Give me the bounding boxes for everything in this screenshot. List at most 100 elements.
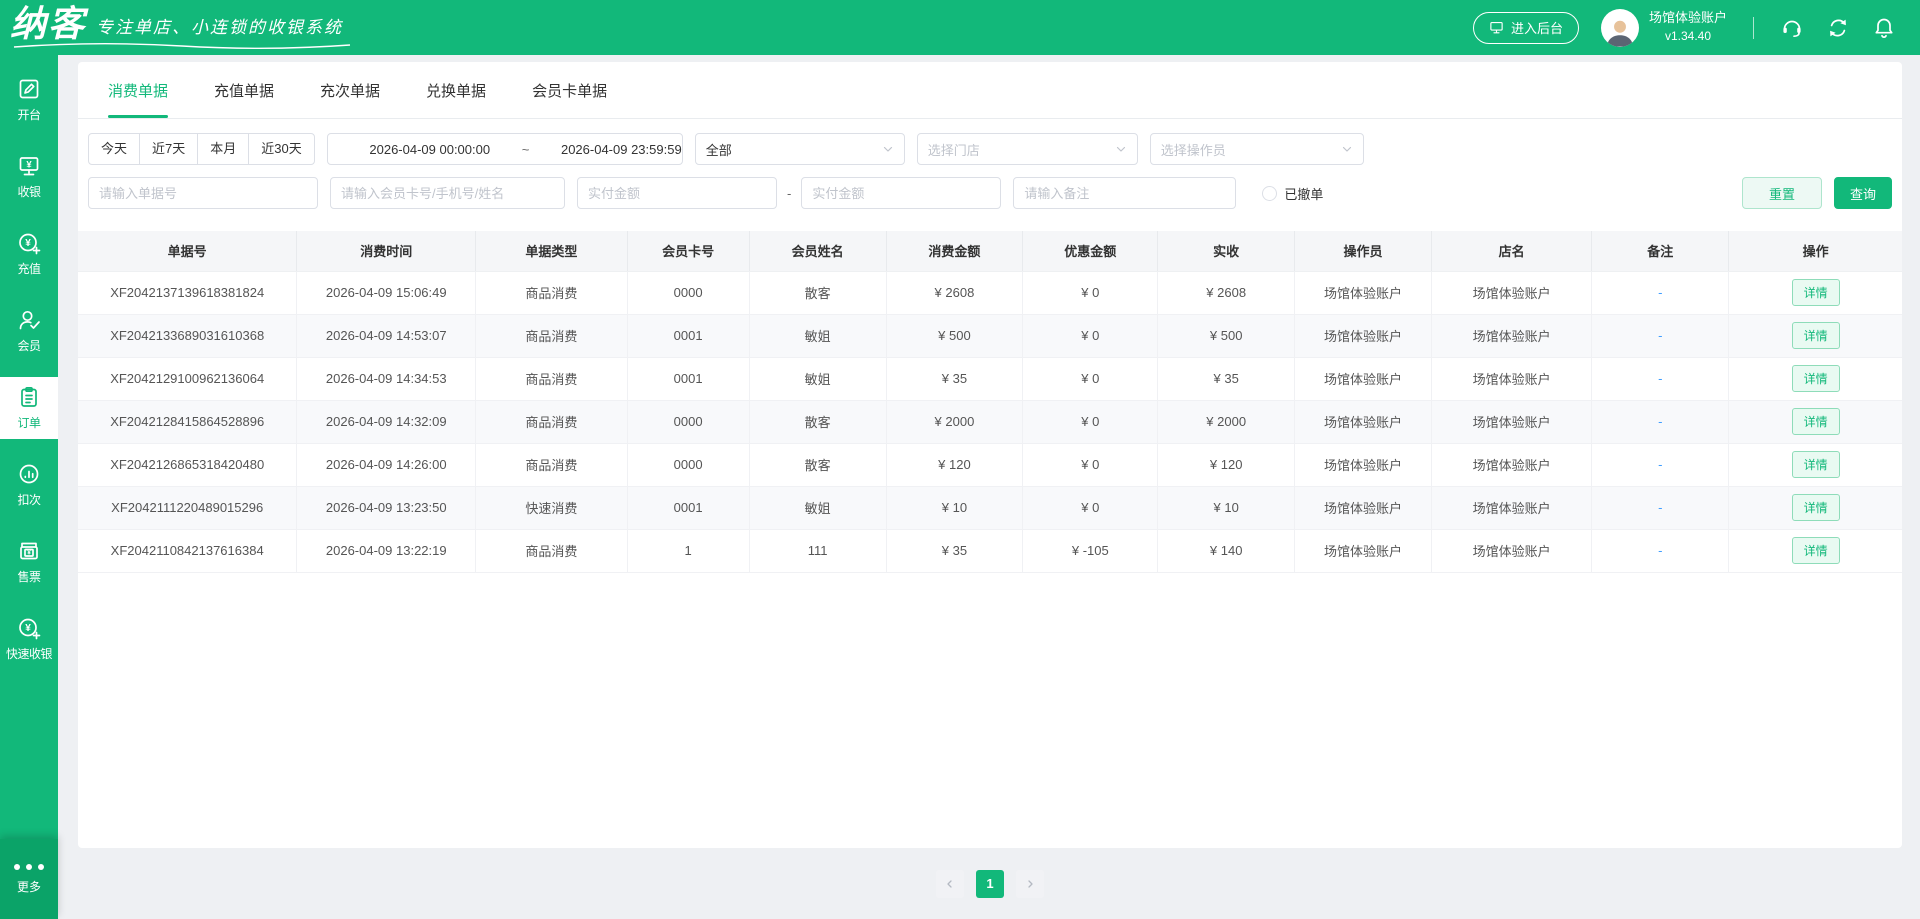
- cell-actions: 详情: [1729, 271, 1902, 314]
- cell-received: ¥ 2000: [1158, 400, 1295, 443]
- quick-range-month[interactable]: 本月: [198, 134, 249, 164]
- support-headset-icon[interactable]: [1780, 16, 1804, 40]
- cell-remark: -: [1592, 400, 1729, 443]
- search-button[interactable]: 查询: [1834, 177, 1892, 209]
- cancelled-radio[interactable]: [1262, 186, 1277, 201]
- quick-range-today[interactable]: 今天: [89, 134, 140, 164]
- cell-remark: -: [1592, 486, 1729, 529]
- tab-exchange-orders[interactable]: 兑换单据: [426, 62, 486, 118]
- account-text: 场馆体验账户 v1.34.40: [1649, 9, 1727, 45]
- tab-recharge-orders[interactable]: 充值单据: [214, 62, 274, 118]
- cancelled-radio-group[interactable]: 已撤单: [1262, 184, 1323, 203]
- tab-recharge-count-orders[interactable]: 充次单据: [320, 62, 380, 118]
- sync-refresh-icon[interactable]: [1826, 16, 1850, 40]
- sidebar-item-orders[interactable]: 订单: [0, 377, 58, 439]
- filter-row-2: - 已撤单 重置 查询: [88, 177, 1892, 209]
- ticket-icon: ¥: [17, 539, 41, 563]
- svg-text:¥: ¥: [27, 550, 31, 557]
- detail-button[interactable]: 详情: [1792, 494, 1840, 521]
- sidebar-item-quick-cashier[interactable]: ¥ 快速收银: [0, 608, 58, 670]
- remark-link[interactable]: -: [1658, 543, 1662, 558]
- amount-max-input[interactable]: [801, 177, 1001, 209]
- sidebar-item-open-table[interactable]: 开台: [0, 69, 58, 131]
- sidebar-more-button[interactable]: 更多: [0, 839, 58, 919]
- quick-range-group: 今天 近7天 本月 近30天: [88, 133, 315, 165]
- cell-card-no: 0001: [627, 314, 749, 357]
- cell-received: ¥ 35: [1158, 357, 1295, 400]
- store-select[interactable]: 选择门店: [917, 133, 1138, 165]
- operator-select[interactable]: 选择操作员: [1150, 133, 1364, 165]
- date-start-input[interactable]: [342, 142, 518, 157]
- sidebar: 开台 ¥ 收银 ¥ 充值 会员 订单: [0, 55, 58, 919]
- detail-button[interactable]: 详情: [1792, 322, 1840, 349]
- date-end-input[interactable]: [533, 142, 709, 157]
- cell-operator: 场馆体验账户: [1295, 529, 1432, 572]
- chevron-right-icon: [1024, 878, 1036, 890]
- date-range-picker[interactable]: ~: [327, 133, 683, 165]
- col-header-discount-amount: 优惠金额: [1023, 231, 1158, 271]
- cell-order-no: XF2042137139618381824: [78, 271, 297, 314]
- sidebar-item-deduct[interactable]: 扣次: [0, 454, 58, 516]
- cell-time: 2026-04-09 14:53:07: [297, 314, 476, 357]
- cell-operator: 场馆体验账户: [1295, 271, 1432, 314]
- cell-received: ¥ 120: [1158, 443, 1295, 486]
- cell-type: 商品消费: [476, 271, 627, 314]
- remark-link[interactable]: -: [1658, 414, 1662, 429]
- detail-button[interactable]: 详情: [1792, 537, 1840, 564]
- cell-type: 商品消费: [476, 314, 627, 357]
- cell-member-name: 散客: [749, 271, 886, 314]
- sidebar-item-ticket[interactable]: ¥ 售票: [0, 531, 58, 593]
- filter-row-1: 今天 近7天 本月 近30天 ~ 全部: [88, 133, 1892, 165]
- bell-icon[interactable]: [1872, 16, 1896, 40]
- remark-link[interactable]: -: [1658, 457, 1662, 472]
- account-box[interactable]: 场馆体验账户 v1.34.40: [1601, 9, 1727, 47]
- cell-discount-amount: ¥ 0: [1023, 271, 1158, 314]
- remark-link[interactable]: -: [1658, 371, 1662, 386]
- detail-button[interactable]: 详情: [1792, 451, 1840, 478]
- order-no-input[interactable]: [88, 177, 318, 209]
- sidebar-label: 开台: [17, 106, 40, 123]
- reset-button[interactable]: 重置: [1742, 177, 1822, 209]
- cell-discount-amount: ¥ 0: [1023, 400, 1158, 443]
- sidebar-item-member[interactable]: 会员: [0, 300, 58, 362]
- remark-link[interactable]: -: [1658, 328, 1662, 343]
- recharge-icon: ¥: [17, 231, 41, 255]
- enter-backend-button[interactable]: 进入后台: [1473, 12, 1579, 44]
- open-table-icon: [17, 77, 41, 101]
- cell-discount-amount: ¥ 0: [1023, 314, 1158, 357]
- orders-icon: [17, 385, 41, 409]
- brand-tagline: 专注单店、小连锁的收银系统: [96, 13, 343, 42]
- chevron-down-icon: [1115, 143, 1127, 155]
- cell-order-no: XF2042110842137616384: [78, 529, 297, 572]
- remark-link[interactable]: -: [1658, 500, 1662, 515]
- remark-input[interactable]: [1013, 177, 1236, 209]
- quick-range-7days[interactable]: 近7天: [140, 134, 198, 164]
- col-header-card-no: 会员卡号: [627, 231, 749, 271]
- cell-store: 场馆体验账户: [1431, 314, 1592, 357]
- detail-button[interactable]: 详情: [1792, 408, 1840, 435]
- orders-table-body: XF2042137139618381824 2026-04-09 15:06:4…: [78, 271, 1902, 572]
- cell-store: 场馆体验账户: [1431, 271, 1592, 314]
- order-type-value: 全部: [706, 140, 732, 159]
- sidebar-item-cashier[interactable]: ¥ 收银: [0, 146, 58, 208]
- sidebar-item-recharge[interactable]: ¥ 充值: [0, 223, 58, 285]
- next-page-button[interactable]: [1016, 870, 1044, 898]
- quick-range-30days[interactable]: 近30天: [249, 134, 313, 164]
- table-row: XF2042133689031610368 2026-04-09 14:53:0…: [78, 314, 1902, 357]
- order-type-select[interactable]: 全部: [695, 133, 905, 165]
- tab-consume-orders[interactable]: 消费单据: [108, 62, 168, 118]
- deduct-count-icon: [17, 462, 41, 486]
- remark-link[interactable]: -: [1658, 285, 1662, 300]
- detail-button[interactable]: 详情: [1792, 279, 1840, 306]
- amount-min-input[interactable]: [577, 177, 777, 209]
- cell-operator: 场馆体验账户: [1295, 443, 1432, 486]
- tab-member-card-orders[interactable]: 会员卡单据: [532, 62, 607, 118]
- current-page-button[interactable]: 1: [976, 870, 1004, 898]
- cell-received: ¥ 2608: [1158, 271, 1295, 314]
- avatar: [1601, 9, 1639, 47]
- cell-remark: -: [1592, 357, 1729, 400]
- detail-button[interactable]: 详情: [1792, 365, 1840, 392]
- member-search-input[interactable]: [330, 177, 565, 209]
- cell-received: ¥ 500: [1158, 314, 1295, 357]
- prev-page-button[interactable]: [936, 870, 964, 898]
